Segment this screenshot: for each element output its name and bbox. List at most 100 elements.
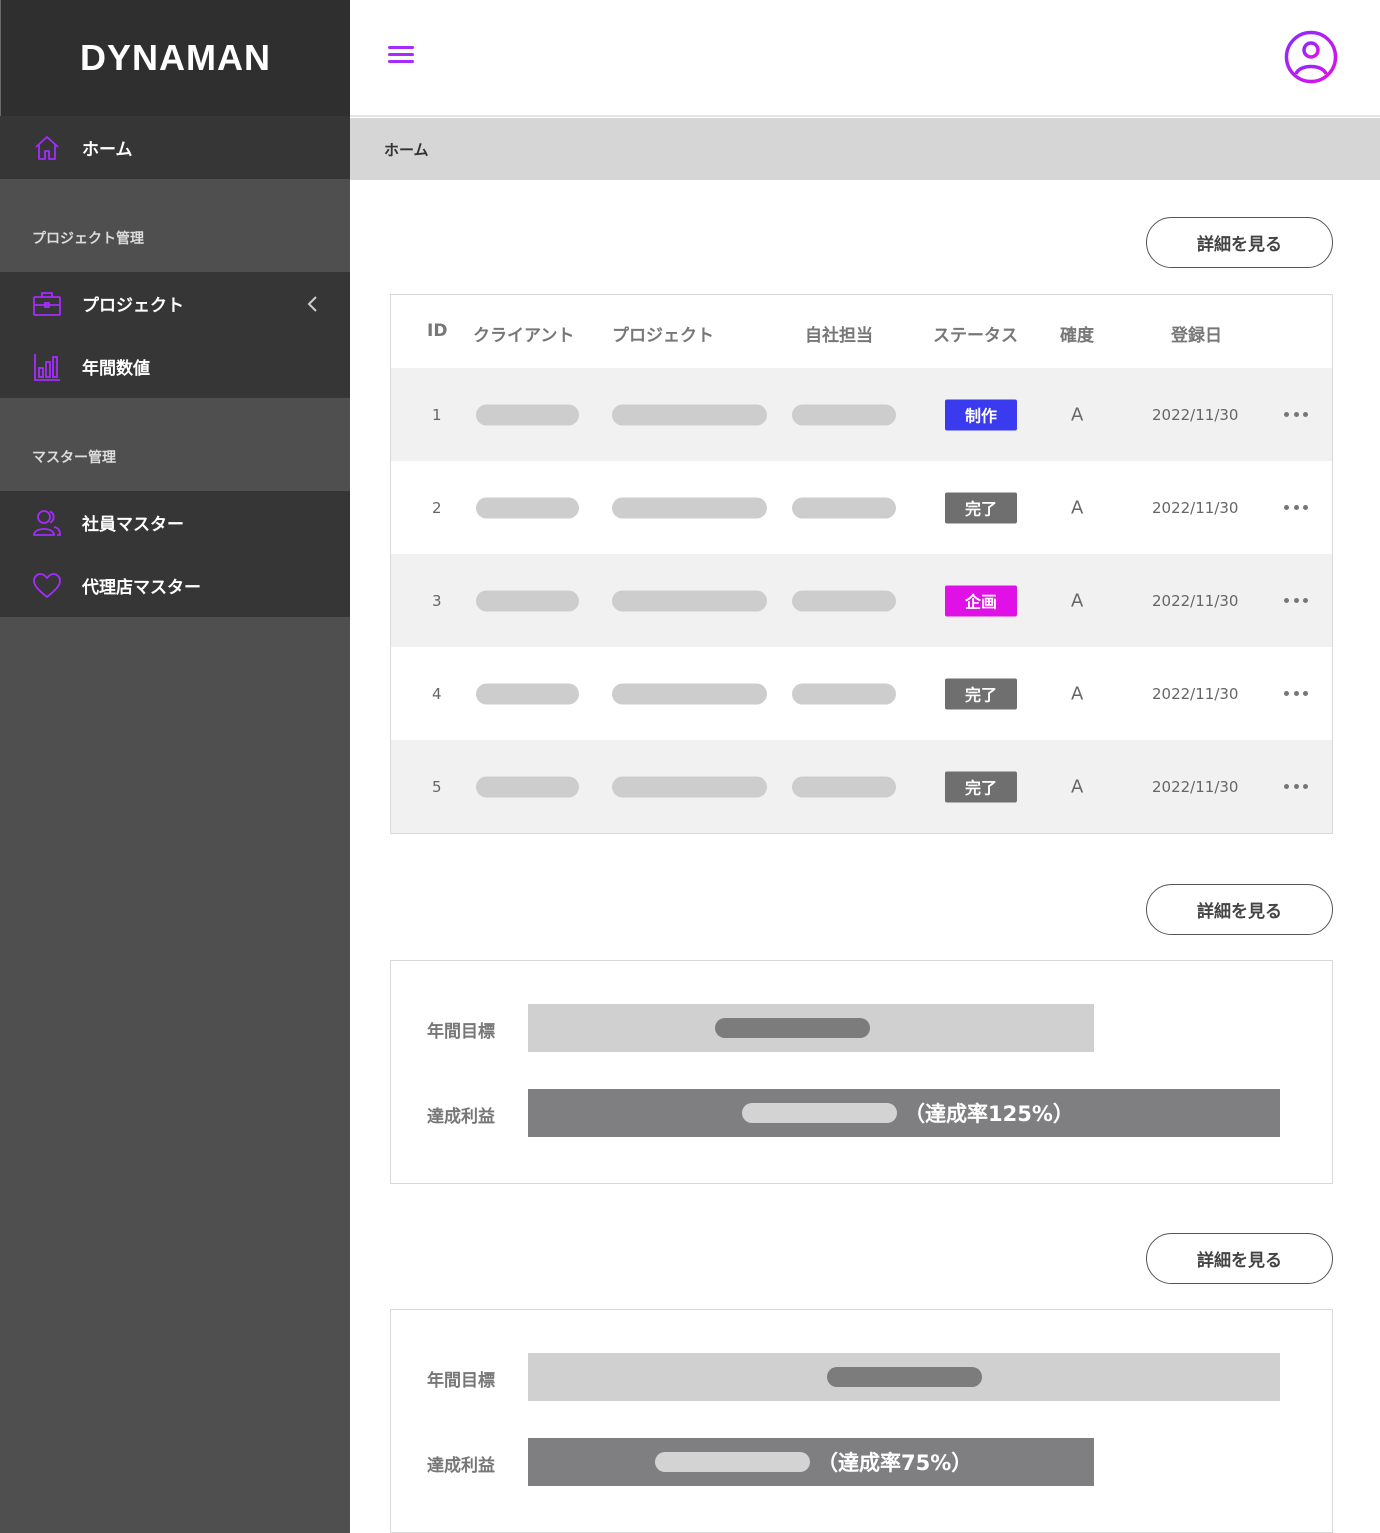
sidebar-master-group: 社員マスター 代理店マスター [0,491,350,617]
project-placeholder [612,683,767,704]
registered-date: 2022/11/30 [1152,591,1239,610]
sidebar-item-home[interactable]: ホーム [0,116,350,179]
sidebar-item-label: 代理店マスター [82,578,201,598]
sidebar-item-employee-master[interactable]: 社員マスター [0,491,350,554]
profit-label: 達成利益 [427,1107,495,1127]
client-placeholder [476,683,579,704]
table-row[interactable]: 3 企画 A 2022/11/30 [391,554,1332,647]
registered-date: 2022/11/30 [1152,405,1239,424]
heart-icon [32,571,62,601]
certainty-grade: A [1071,497,1084,518]
table-header: ID クライアント プロジェクト 自社担当 ステータス 確度 登録日 [391,295,1332,368]
more-options-icon[interactable] [1284,783,1308,790]
row-id: 5 [432,777,442,796]
certainty-grade: A [1071,683,1084,704]
project-placeholder [612,497,767,518]
column-header-project[interactable]: プロジェクト [612,321,714,346]
app-logo: DYNAMAN [80,37,271,78]
sidebar-item-label: プロジェクト [82,296,184,316]
registered-date: 2022/11/30 [1152,684,1239,703]
target-bar [528,1004,1094,1052]
owner-placeholder [792,497,896,518]
certainty-grade: A [1071,590,1084,611]
registered-date: 2022/11/30 [1152,498,1239,517]
row-id: 3 [432,591,442,610]
status-badge: 完了 [945,678,1017,709]
profit-bar: （達成率125%） [528,1089,1280,1137]
project-placeholder [612,590,767,611]
sidebar-item-agency-master[interactable]: 代理店マスター [0,554,350,617]
more-options-icon[interactable] [1284,690,1308,697]
client-placeholder [476,497,579,518]
table-row[interactable]: 4 完了 A 2022/11/30 [391,647,1332,740]
summary-card-2: 年間目標 達成利益 （達成率75%） [390,1309,1333,1533]
registered-date: 2022/11/30 [1152,777,1239,796]
status-badge: 完了 [945,771,1017,802]
status-badge: 制作 [945,399,1017,430]
table-row[interactable]: 1 制作 A 2022/11/30 [391,368,1332,461]
row-id: 4 [432,684,442,703]
more-options-icon[interactable] [1284,411,1308,418]
sidebar-item-label: 社員マスター [82,515,184,535]
row-id: 2 [432,498,442,517]
top-bar [350,0,1380,117]
breadcrumb-home[interactable]: ホーム [384,139,429,160]
sidebar-item-label: ホーム [82,140,133,160]
column-header-registered-date[interactable]: 登録日 [1171,321,1222,346]
user-circle-icon[interactable] [1284,30,1338,84]
sidebar-item-project[interactable]: プロジェクト [0,272,350,335]
profit-value-placeholder [655,1452,810,1472]
profit-label: 達成利益 [427,1456,495,1476]
bar-chart-icon [32,352,62,382]
column-header-status[interactable]: ステータス [933,321,1018,346]
profit-value-placeholder [742,1103,897,1123]
column-header-owner[interactable]: 自社担当 [805,321,873,346]
section-label-project: プロジェクト管理 [32,231,144,247]
summary-card-1: 年間目標 達成利益 （達成率125%） [390,960,1333,1184]
project-placeholder [612,776,767,797]
target-bar [528,1353,1280,1401]
client-placeholder [476,590,579,611]
table-row[interactable]: 2 完了 A 2022/11/30 [391,461,1332,554]
owner-placeholder [792,683,896,704]
view-details-button[interactable]: 詳細を見る [1146,217,1333,268]
logo-area: DYNAMAN [0,0,350,116]
section-label-master: マスター管理 [32,450,116,466]
sidebar-item-annual-figures[interactable]: 年間数値 [0,335,350,398]
sidebar: DYNAMAN ホーム プロジェクト管理 プロジェクト 年間数値 マスター管理 … [0,0,350,1533]
target-value-placeholder [827,1367,982,1387]
column-header-certainty[interactable]: 確度 [1060,321,1094,346]
profit-bar: （達成率75%） [528,1438,1094,1486]
sidebar-item-label: 年間数値 [82,359,150,379]
status-badge: 完了 [945,492,1017,523]
client-placeholder [476,404,579,425]
target-label: 年間目標 [427,1371,495,1391]
more-options-icon[interactable] [1284,597,1308,604]
project-table: ID クライアント プロジェクト 自社担当 ステータス 確度 登録日 1 制作 A 2… [390,294,1333,834]
target-value-placeholder [715,1018,870,1038]
breadcrumb: ホーム [350,118,1380,180]
table-row[interactable]: 5 完了 A 2022/11/30 [391,740,1332,833]
certainty-grade: A [1071,404,1084,425]
owner-placeholder [792,404,896,425]
menu-icon[interactable] [388,46,414,68]
achievement-rate: （達成率75%） [817,1451,973,1475]
status-badge: 企画 [945,585,1017,616]
briefcase-icon [32,289,62,319]
client-placeholder [476,776,579,797]
home-icon [32,133,62,163]
sidebar-home-group: ホーム [0,116,350,179]
column-header-id[interactable]: ID [427,321,447,341]
owner-placeholder [792,590,896,611]
target-label: 年間目標 [427,1022,495,1042]
column-header-client[interactable]: クライアント [473,321,574,346]
view-details-button[interactable]: 詳細を見る [1146,884,1333,935]
certainty-grade: A [1071,776,1084,797]
project-placeholder [612,404,767,425]
view-details-button[interactable]: 詳細を見る [1146,1233,1333,1284]
row-id: 1 [432,405,442,424]
more-options-icon[interactable] [1284,504,1308,511]
chevron-left-icon[interactable] [306,295,320,313]
users-icon [32,508,62,538]
achievement-rate: （達成率125%） [904,1102,1074,1126]
